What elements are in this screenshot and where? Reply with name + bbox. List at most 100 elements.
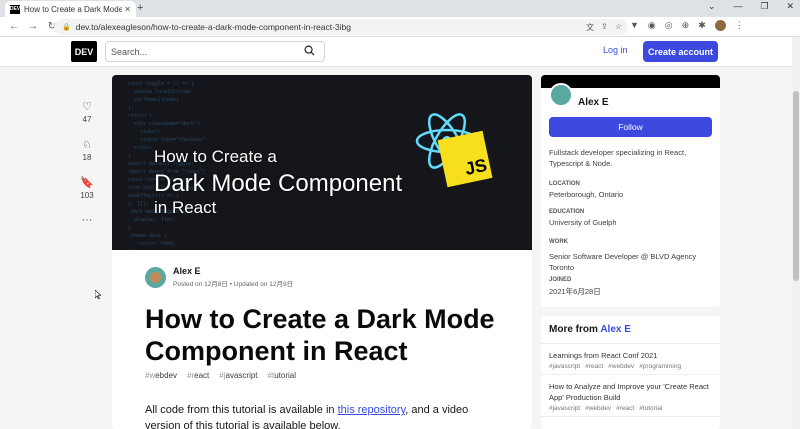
tag[interactable]: #javascript bbox=[549, 363, 580, 370]
avatar[interactable] bbox=[145, 266, 166, 288]
search-icon[interactable] bbox=[304, 45, 315, 56]
heart-count: 47 bbox=[82, 115, 92, 124]
more-from-heading: More from Alex E bbox=[541, 316, 720, 344]
tag[interactable]: #javascript bbox=[549, 405, 580, 412]
login-link[interactable]: Log in bbox=[603, 45, 628, 55]
heart-reaction[interactable]: ♡ 47 bbox=[72, 100, 102, 124]
minimize-icon[interactable]: — bbox=[733, 1, 742, 12]
puzzle-icon[interactable]: ✱ bbox=[698, 20, 706, 31]
tag[interactable]: #webdev bbox=[585, 405, 611, 412]
forward-icon[interactable]: → bbox=[28, 21, 38, 32]
share-icon[interactable]: ⇪ bbox=[601, 22, 608, 33]
dev-favicon-icon: DEV bbox=[9, 4, 21, 14]
window-controls: ⌄ — ❐ ✕ bbox=[708, 1, 794, 12]
chevron-down-icon[interactable]: ⌄ bbox=[708, 1, 716, 12]
tag[interactable]: #webdev bbox=[608, 363, 634, 370]
scrollbar-thumb[interactable] bbox=[793, 91, 799, 281]
back-icon[interactable]: ← bbox=[9, 21, 19, 32]
body-text-start: All code from this tutorial is available… bbox=[145, 404, 338, 416]
tag[interactable]: #tutorial bbox=[639, 405, 662, 412]
more-from-prefix: More from bbox=[549, 324, 601, 335]
dev-logo[interactable]: DEV bbox=[71, 41, 97, 62]
list-item[interactable]: How to Analyze and Improve your 'Create … bbox=[541, 375, 720, 417]
list-item[interactable]: Learnings from React Conf 2021 #javascri… bbox=[541, 344, 720, 375]
location-label: LOCATION bbox=[549, 181, 580, 187]
browser-toolbar: ← → ↻ 🔒 dev.to/alexeagleson/how-to-creat… bbox=[0, 17, 800, 37]
tag-javascript[interactable]: #javascript bbox=[219, 371, 257, 380]
mouse-cursor-icon bbox=[95, 290, 101, 299]
avatar[interactable] bbox=[549, 83, 573, 107]
ellipsis-icon: ··· bbox=[81, 214, 93, 226]
joined-field: JOINED 2021年6月28日 bbox=[549, 277, 601, 297]
star-icon[interactable]: ☆ bbox=[615, 22, 622, 33]
close-window-icon[interactable]: ✕ bbox=[786, 1, 794, 12]
tag[interactable]: #react bbox=[585, 363, 603, 370]
work-value: Senior Software Developer @ BLVD Agency … bbox=[549, 252, 697, 272]
scrollbar[interactable] bbox=[792, 37, 800, 429]
more-from-card: More from Alex E Learnings from React Co… bbox=[541, 316, 720, 429]
search-input[interactable] bbox=[105, 41, 325, 62]
more-options[interactable]: ··· bbox=[72, 214, 102, 228]
restore-icon[interactable]: ❐ bbox=[760, 1, 768, 12]
tab-title: How to Create a Dark Mode C bbox=[24, 4, 123, 14]
heart-icon: ♡ bbox=[82, 101, 92, 113]
page-title: How to Create a Dark Mode Component in R… bbox=[145, 304, 495, 366]
js-logo-icon: JS bbox=[437, 130, 493, 188]
more-item-tags: #javascript #webdev #react #tutorial bbox=[549, 405, 712, 412]
tag-webdev[interactable]: #webdev bbox=[145, 371, 177, 380]
location-field: LOCATION Peterborough, Ontario bbox=[549, 181, 623, 199]
location-value: Peterborough, Ontario bbox=[549, 190, 624, 199]
joined-label: JOINED bbox=[549, 277, 572, 283]
bookmark-icon: 🔖 bbox=[80, 177, 94, 189]
author-card: Alex E Follow Fullstack developer specia… bbox=[541, 75, 720, 307]
more-item-tags: #javascript #react #webdev #programming bbox=[549, 363, 712, 370]
article-body: All code from this tutorial is available… bbox=[145, 402, 505, 429]
more-item-title[interactable]: How to Analyze and Improve your 'Create … bbox=[549, 381, 712, 403]
author-bio: Fullstack developer specializing in Reac… bbox=[549, 148, 687, 168]
reactions-sidebar: ♡ 47 ♘ 18 🔖 103 ··· bbox=[72, 100, 102, 242]
address-bar[interactable]: 🔒 dev.to/alexeagleson/how-to-create-a-da… bbox=[54, 19, 628, 35]
menu-icon[interactable]: ⋮ bbox=[735, 20, 744, 31]
bookmark-count: 103 bbox=[80, 191, 94, 200]
extension-icon[interactable]: ◎ bbox=[665, 20, 673, 31]
url-text: dev.to/alexeagleson/how-to-create-a-dark… bbox=[75, 22, 352, 32]
article-card: const toggle = () => { window.localStora… bbox=[112, 75, 532, 429]
follow-button[interactable]: Follow bbox=[549, 117, 712, 137]
cover-title-line1: How to Create a bbox=[154, 147, 277, 166]
browser-tab[interactable]: DEV How to Create a Dark Mode C ✕ bbox=[5, 1, 136, 17]
tag[interactable]: #react bbox=[616, 405, 634, 412]
tag[interactable]: #programming bbox=[639, 363, 681, 370]
author-row: Alex E Posted on 12月8日 • Updated on 12月9… bbox=[145, 266, 293, 288]
extension-icon[interactable]: ⊕ bbox=[682, 20, 690, 31]
education-label: EDUCATION bbox=[549, 209, 585, 215]
cover-image: const toggle = () => { window.localStora… bbox=[112, 75, 532, 250]
repository-link[interactable]: this repository bbox=[338, 404, 406, 416]
unicorn-count: 18 bbox=[82, 153, 92, 162]
author-name[interactable]: Alex E bbox=[578, 97, 609, 108]
author-name[interactable]: Alex E bbox=[173, 266, 293, 276]
lock-icon: 🔒 bbox=[62, 24, 71, 31]
close-icon[interactable]: ✕ bbox=[124, 5, 131, 14]
profile-avatar[interactable] bbox=[714, 20, 726, 31]
create-account-button[interactable]: Create account bbox=[643, 41, 718, 62]
vue-devtools-icon[interactable]: ▼ bbox=[630, 20, 639, 31]
translate-icon[interactable]: 文 bbox=[586, 22, 594, 33]
unicorn-reaction[interactable]: ♘ 18 bbox=[72, 138, 102, 162]
browser-tab-strip: DEV How to Create a Dark Mode C ✕ + ⌄ — … bbox=[0, 0, 800, 17]
new-tab-icon[interactable]: + bbox=[137, 2, 143, 14]
post-date: Posted on 12月8日 • Updated on 12月9日 bbox=[173, 281, 294, 288]
more-from-author-link[interactable]: Alex E bbox=[600, 324, 631, 335]
work-field: WORK Senior Software Developer @ BLVD Ag… bbox=[549, 237, 714, 273]
more-item-title[interactable]: Learnings from React Conf 2021 bbox=[549, 350, 712, 361]
extension-icon[interactable]: ◉ bbox=[648, 20, 656, 31]
education-value: University of Guelph bbox=[549, 218, 617, 227]
extensions-area: ▼ ◉ ◎ ⊕ ✱ ⋮ bbox=[630, 20, 744, 31]
joined-value: 2021年6月28日 bbox=[549, 287, 601, 296]
cover-title-line3: in React bbox=[154, 198, 217, 217]
tag-tutorial[interactable]: #tutorial bbox=[268, 371, 296, 380]
bookmark-reaction[interactable]: 🔖 103 bbox=[72, 176, 102, 200]
site-header: DEV Log in Create account bbox=[0, 37, 800, 67]
tag-react[interactable]: #react bbox=[187, 371, 209, 380]
unicorn-icon: ♘ bbox=[82, 139, 92, 151]
work-label: WORK bbox=[549, 239, 568, 245]
